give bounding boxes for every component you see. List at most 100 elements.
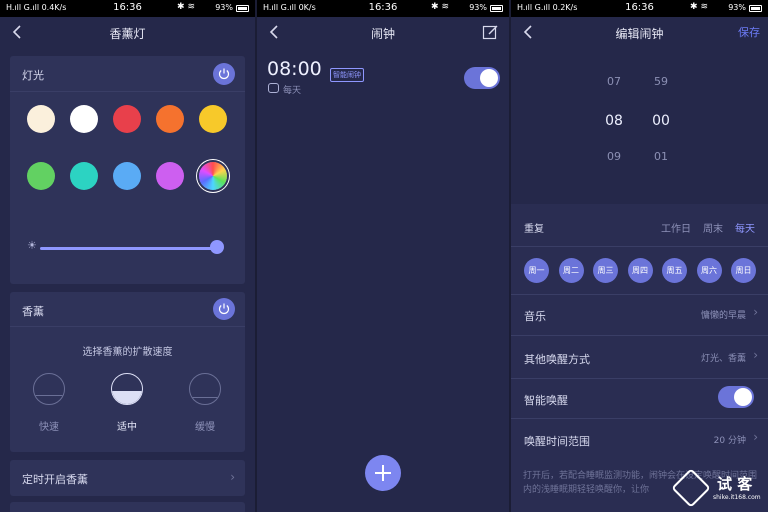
timer-row[interactable]: 定时开启香薰 › bbox=[10, 460, 245, 496]
smart-wake-label: 智能唤醒 bbox=[524, 394, 568, 407]
divider bbox=[511, 294, 768, 295]
alarm-toggle[interactable] bbox=[464, 67, 500, 89]
nav-bar: 闹钟 bbox=[257, 17, 509, 49]
color-swatch[interactable] bbox=[27, 162, 55, 190]
edit-icon[interactable] bbox=[482, 24, 499, 41]
power-icon bbox=[218, 68, 230, 80]
page-title: 编辑闹钟 bbox=[615, 27, 664, 41]
watermark-url: shike.it168.com bbox=[713, 494, 761, 501]
wave-icon bbox=[34, 395, 64, 404]
speed-slow-option[interactable] bbox=[189, 373, 221, 405]
chevron-right-icon: › bbox=[230, 470, 235, 484]
picker-hour-column[interactable]: 07 08 09 bbox=[599, 49, 629, 189]
alarm-screen: H.ıll G.ıll 0K/s 16:36 ✱ ≋ 93% 闹钟 08:00 … bbox=[257, 0, 509, 512]
color-swatch[interactable] bbox=[113, 105, 141, 133]
scent-card: 香薰 选择香薰的扩散速度 快速 适中 缓慢 bbox=[10, 292, 245, 452]
light-power-button[interactable] bbox=[213, 63, 235, 85]
add-alarm-button[interactable] bbox=[365, 455, 401, 491]
divider bbox=[511, 335, 768, 336]
chevron-right-icon: › bbox=[753, 430, 758, 444]
repeat-day-chip[interactable]: 周五 bbox=[662, 258, 687, 283]
chevron-right-icon: › bbox=[753, 348, 758, 362]
nav-bar: 香薰灯 bbox=[0, 17, 255, 49]
speed-slow-label: 缓慢 bbox=[195, 422, 215, 433]
watermark-text: 试 客 bbox=[717, 475, 753, 493]
brightness-icon: ☀ bbox=[27, 239, 37, 252]
plus-icon bbox=[375, 465, 391, 481]
power-icon bbox=[218, 303, 230, 315]
speed-fast-label: 快速 bbox=[39, 422, 59, 433]
repeat-day-chip[interactable]: 周日 bbox=[731, 258, 756, 283]
page-title: 香薰灯 bbox=[109, 27, 146, 41]
repeat-day-chip[interactable]: 周一 bbox=[524, 258, 549, 283]
alarm-time: 08:00 bbox=[267, 58, 322, 80]
wake-range-row[interactable]: 唤醒时间范围 20 分钟 › bbox=[511, 421, 768, 457]
picker-minute-next: 01 bbox=[654, 150, 668, 163]
color-swatch[interactable] bbox=[27, 105, 55, 133]
nav-bar: 编辑闹钟 保存 bbox=[511, 17, 768, 49]
chevron-right-icon: › bbox=[753, 305, 758, 319]
picker-minute-prev: 59 bbox=[654, 75, 668, 88]
other-wake-value: 灯光、香薰 bbox=[700, 354, 746, 364]
wake-range-label: 唤醒时间范围 bbox=[524, 435, 590, 448]
bluetooth-wifi-icon: ✱ ≋ bbox=[690, 2, 708, 12]
color-swatch[interactable] bbox=[199, 105, 227, 133]
repeat-day-chip[interactable]: 周三 bbox=[593, 258, 618, 283]
wake-range-value: 20 分钟 bbox=[713, 436, 746, 446]
color-swatch[interactable] bbox=[156, 105, 184, 133]
light-card-title: 灯光 bbox=[22, 69, 44, 82]
repeat-option-workday[interactable]: 工作日 bbox=[661, 220, 691, 235]
smart-wake-toggle[interactable] bbox=[718, 386, 754, 408]
bluetooth-wifi-icon: ✱ ≋ bbox=[431, 2, 449, 12]
scent-power-button[interactable] bbox=[213, 298, 235, 320]
battery-icon bbox=[490, 5, 503, 12]
wave-icon bbox=[190, 397, 220, 404]
repeat-option-weekend[interactable]: 周末 bbox=[703, 220, 723, 235]
status-bar: H.ıll G.ıll 0K/s 16:36 ✱ ≋ 93% bbox=[257, 0, 509, 17]
brightness-slider[interactable] bbox=[40, 247, 222, 250]
divider bbox=[511, 418, 768, 419]
page-title: 闹钟 bbox=[370, 27, 395, 41]
divider bbox=[10, 326, 245, 327]
battery-icon bbox=[749, 5, 762, 12]
speed-fast-option[interactable] bbox=[33, 373, 65, 405]
repeat-day-chip[interactable]: 周四 bbox=[627, 258, 653, 283]
watermark-icon bbox=[671, 468, 711, 508]
repeat-option-everyday[interactable]: 每天 bbox=[735, 220, 755, 235]
music-row[interactable]: 音乐 慵懒的早晨 › bbox=[511, 296, 768, 332]
music-label: 音乐 bbox=[524, 310, 546, 323]
speed-medium-option[interactable] bbox=[111, 373, 143, 405]
repeat-day-chip[interactable]: 周六 bbox=[696, 258, 722, 283]
repeat-label: 重复 bbox=[524, 224, 544, 235]
robot-icon bbox=[268, 83, 279, 93]
brightness-slider-handle[interactable] bbox=[209, 240, 224, 254]
color-swatch[interactable] bbox=[70, 162, 98, 190]
status-bar: H.ıll G.ıll 0.4K/s 16:36 ✱ ≋ 93% bbox=[0, 0, 255, 17]
battery-percent: 93% bbox=[215, 3, 233, 12]
repeat-day-chip[interactable]: 周二 bbox=[558, 258, 584, 283]
timer-row-label: 定时开启香薰 bbox=[22, 473, 88, 486]
scent-speed-prompt: 选择香薰的扩散速度 bbox=[82, 347, 173, 358]
color-swatch[interactable] bbox=[156, 162, 184, 190]
wave-icon bbox=[112, 391, 142, 404]
time-picker[interactable]: 07 08 09 59 00 01 bbox=[511, 49, 768, 189]
speed-medium-label: 适中 bbox=[117, 422, 137, 433]
picker-hour-next: 09 bbox=[607, 150, 621, 163]
divider bbox=[511, 378, 768, 379]
status-bar: H.ıll G.ıll 0.2K/s 16:36 ✱ ≋ 93% bbox=[511, 0, 768, 17]
edit-alarm-screen: H.ıll G.ıll 0.2K/s 16:36 ✱ ≋ 93% 编辑闹钟 保存… bbox=[511, 0, 768, 512]
alarm-repeat: 每天 bbox=[283, 86, 302, 96]
picker-hour-selected: 08 bbox=[605, 113, 623, 129]
picker-minute-column[interactable]: 59 00 01 bbox=[646, 49, 676, 189]
color-swatch[interactable] bbox=[113, 162, 141, 190]
save-button[interactable]: 保存 bbox=[738, 24, 760, 40]
color-swatch[interactable] bbox=[199, 162, 227, 190]
color-swatch[interactable] bbox=[70, 105, 98, 133]
picker-minute-selected: 00 bbox=[652, 113, 670, 129]
aroma-lamp-screen: H.ıll G.ıll 0.4K/s 16:36 ✱ ≋ 93% 香薰灯 灯光 … bbox=[0, 0, 255, 512]
divider bbox=[10, 91, 245, 92]
picker-hour-prev: 07 bbox=[607, 75, 621, 88]
other-wake-row[interactable]: 其他唤醒方式 灯光、香薰 › bbox=[511, 339, 768, 375]
alarm-badge: 智能闹钟 bbox=[330, 68, 364, 82]
bluetooth-wifi-icon: ✱ ≋ bbox=[177, 2, 195, 12]
